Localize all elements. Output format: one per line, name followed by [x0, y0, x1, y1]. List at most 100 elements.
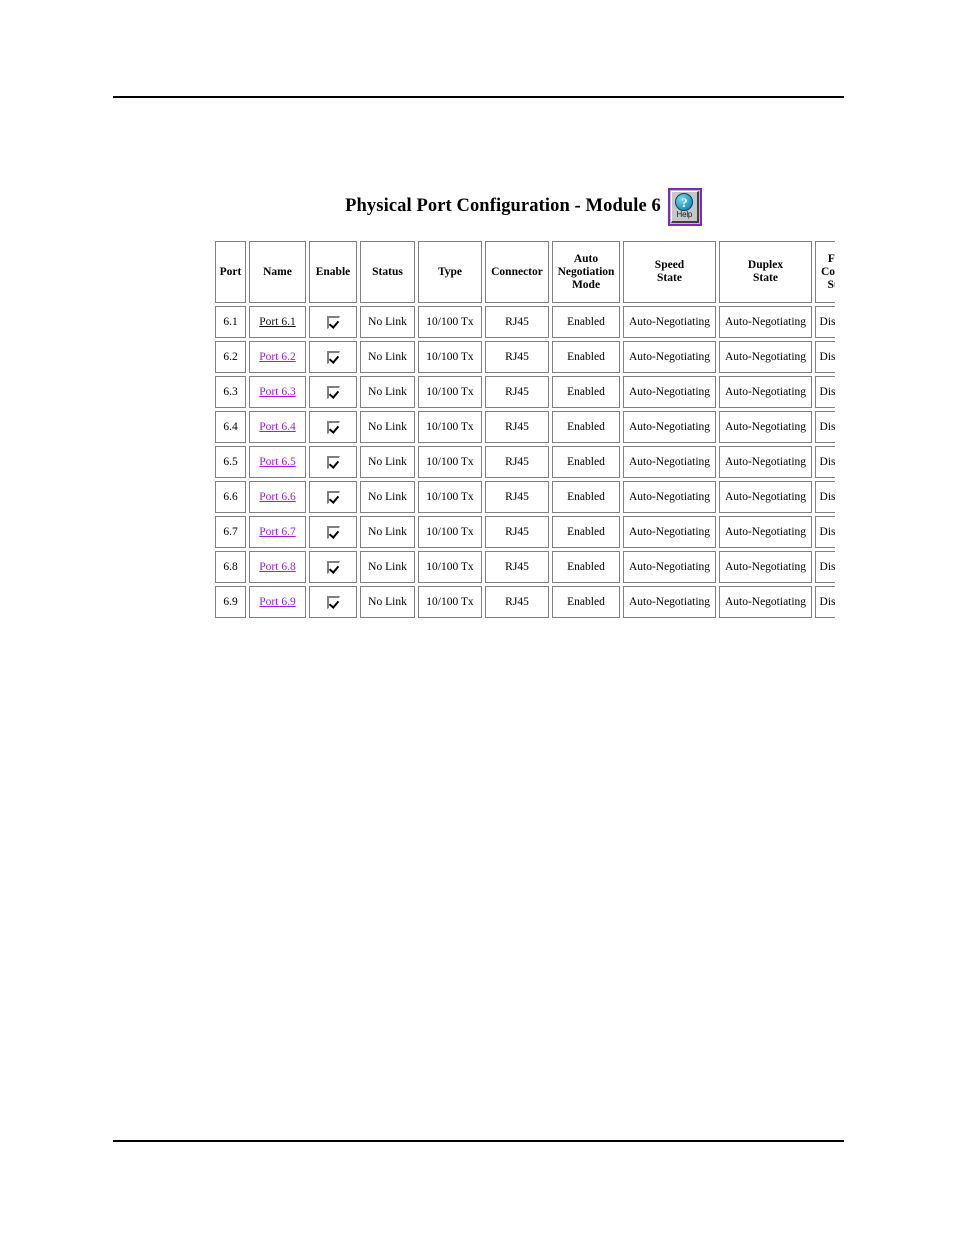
column-header-flow-control-state: FlowControlState	[815, 241, 835, 303]
cell-port: 6.7	[215, 516, 246, 548]
cell-auto-negotiation-mode: Enabled	[552, 376, 620, 408]
enable-checkbox[interactable]	[326, 490, 340, 504]
question-mark-circle-icon: ?	[675, 193, 694, 211]
cell-speed-state: Auto-Negotiating	[623, 306, 716, 338]
enable-checkbox[interactable]	[326, 595, 340, 609]
cell-status: No Link	[360, 516, 415, 548]
table-row: 6.8 Port 6.8 No Link 10/100 Tx RJ45 Enabled Au…	[215, 551, 835, 583]
cell-port: 6.1	[215, 306, 246, 338]
port-name-link[interactable]: Port 6.4	[259, 421, 295, 433]
enable-checkbox[interactable]	[326, 315, 340, 329]
cell-flow-control-state: Disabled	[815, 586, 835, 618]
enable-checkbox[interactable]	[326, 455, 340, 469]
enable-checkbox[interactable]	[326, 560, 340, 574]
cell-connector: RJ45	[485, 411, 549, 443]
table-row: 6.1 Port 6.1 No Link 10/100 Tx RJ45 Enabled Au…	[215, 306, 835, 338]
cell-flow-control-state: Disabled	[815, 376, 835, 408]
page-title-block: Physical Port Configuration - Module 6 ?…	[213, 186, 834, 228]
table-header-row: Port Name Enable Status Type Connector Auto Neg…	[215, 241, 835, 303]
cell-type: 10/100 Tx	[418, 306, 482, 338]
cell-port: 6.4	[215, 411, 246, 443]
cell-name[interactable]: Port 6.6	[249, 481, 306, 513]
cell-type: 10/100 Tx	[418, 446, 482, 478]
cell-auto-negotiation-mode: Enabled	[552, 446, 620, 478]
port-name-link[interactable]: Port 6.7	[259, 526, 295, 538]
cell-status: No Link	[360, 481, 415, 513]
help-button[interactable]: ? Help	[667, 188, 702, 226]
cell-status: No Link	[360, 306, 415, 338]
cell-duplex-state: Auto-Negotiating	[719, 376, 812, 408]
cell-connector: RJ45	[485, 481, 549, 513]
column-header-type: Type	[418, 241, 482, 303]
cell-connector: RJ45	[485, 376, 549, 408]
cell-connector: RJ45	[485, 586, 549, 618]
cell-duplex-state: Auto-Negotiating	[719, 341, 812, 373]
cell-enable[interactable]	[309, 341, 357, 373]
port-name-link[interactable]: Port 6.6	[259, 491, 295, 503]
cell-speed-state: Auto-Negotiating	[623, 481, 716, 513]
cell-speed-state: Auto-Negotiating	[623, 341, 716, 373]
cell-speed-state: Auto-Negotiating	[623, 516, 716, 548]
port-configuration-table: Port Name Enable Status Type Connector Auto Neg…	[212, 238, 835, 621]
cell-duplex-state: Auto-Negotiating	[719, 446, 812, 478]
port-name-link[interactable]: Port 6.8	[259, 561, 295, 573]
cell-name[interactable]: Port 6.4	[249, 411, 306, 443]
enable-checkbox[interactable]	[326, 420, 340, 434]
cell-enable[interactable]	[309, 411, 357, 443]
cell-type: 10/100 Tx	[418, 551, 482, 583]
cell-name[interactable]: Port 6.5	[249, 446, 306, 478]
cell-connector: RJ45	[485, 446, 549, 478]
cell-status: No Link	[360, 376, 415, 408]
cell-duplex-state: Auto-Negotiating	[719, 516, 812, 548]
cell-enable[interactable]	[309, 551, 357, 583]
cell-auto-negotiation-mode: Enabled	[552, 586, 620, 618]
cell-enable[interactable]	[309, 586, 357, 618]
cell-port: 6.9	[215, 586, 246, 618]
port-configuration-table-container: Port Name Enable Status Type Connector Auto Neg…	[212, 238, 835, 637]
column-header-connector: Connector	[485, 241, 549, 303]
cell-connector: RJ45	[485, 516, 549, 548]
page-title: Physical Port Configuration - Module 6	[345, 195, 661, 216]
cell-name[interactable]: Port 6.2	[249, 341, 306, 373]
table-row: 6.5 Port 6.5 No Link 10/100 Tx RJ45 Enabled Au…	[215, 446, 835, 478]
cell-type: 10/100 Tx	[418, 516, 482, 548]
cell-duplex-state: Auto-Negotiating	[719, 306, 812, 338]
table-body: 6.1 Port 6.1 No Link 10/100 Tx RJ45 Enabled Au…	[215, 306, 835, 618]
cell-speed-state: Auto-Negotiating	[623, 551, 716, 583]
column-header-status: Status	[360, 241, 415, 303]
cell-type: 10/100 Tx	[418, 481, 482, 513]
table-row: 6.2 Port 6.2 No Link 10/100 Tx RJ45 Enabled Au…	[215, 341, 835, 373]
cell-name[interactable]: Port 6.8	[249, 551, 306, 583]
cell-enable[interactable]	[309, 376, 357, 408]
cell-name[interactable]: Port 6.1	[249, 306, 306, 338]
table-row: 6.4 Port 6.4 No Link 10/100 Tx RJ45 Enabled Au…	[215, 411, 835, 443]
cell-name[interactable]: Port 6.9	[249, 586, 306, 618]
port-name-link[interactable]: Port 6.5	[259, 456, 295, 468]
cell-duplex-state: Auto-Negotiating	[719, 411, 812, 443]
cell-speed-state: Auto-Negotiating	[623, 446, 716, 478]
cell-duplex-state: Auto-Negotiating	[719, 586, 812, 618]
port-name-link[interactable]: Port 6.9	[259, 596, 295, 608]
cell-auto-negotiation-mode: Enabled	[552, 341, 620, 373]
cell-enable[interactable]	[309, 481, 357, 513]
cell-type: 10/100 Tx	[418, 341, 482, 373]
cell-enable[interactable]	[309, 306, 357, 338]
cell-status: No Link	[360, 586, 415, 618]
cell-enable[interactable]	[309, 446, 357, 478]
table-row: 6.9 Port 6.9 No Link 10/100 Tx RJ45 Enabled Au…	[215, 586, 835, 618]
table-row: 6.3 Port 6.3 No Link 10/100 Tx RJ45 Enabled Au…	[215, 376, 835, 408]
column-header-enable: Enable	[309, 241, 357, 303]
enable-checkbox[interactable]	[326, 350, 340, 364]
enable-checkbox[interactable]	[326, 385, 340, 399]
port-name-link[interactable]: Port 6.1	[259, 316, 295, 328]
port-name-link[interactable]: Port 6.3	[259, 386, 295, 398]
cell-name[interactable]: Port 6.7	[249, 516, 306, 548]
cell-auto-negotiation-mode: Enabled	[552, 481, 620, 513]
enable-checkbox[interactable]	[326, 525, 340, 539]
cell-enable[interactable]	[309, 516, 357, 548]
cell-name[interactable]: Port 6.3	[249, 376, 306, 408]
column-header-duplex-state: Duplex State	[719, 241, 812, 303]
cell-flow-control-state: Disabled	[815, 551, 835, 583]
port-name-link[interactable]: Port 6.2	[259, 351, 295, 363]
column-header-speed-state: Speed State	[623, 241, 716, 303]
